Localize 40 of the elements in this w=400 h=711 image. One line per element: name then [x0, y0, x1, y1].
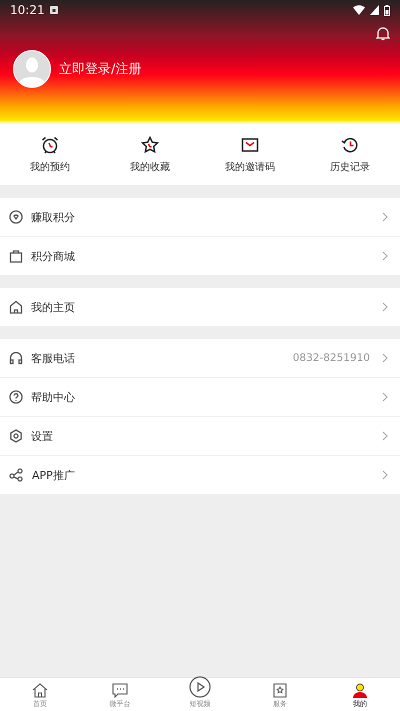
notification-bell-icon[interactable] [376, 26, 390, 41]
chevron-right-icon [382, 431, 388, 441]
shortcut-label[interactable]: 我的邀请码 [225, 160, 275, 174]
menu-item-label[interactable]: APP推广 [32, 468, 374, 482]
user-icon [352, 683, 368, 698]
shortcut-label[interactable]: 我的预约 [30, 160, 70, 174]
house-icon [9, 300, 23, 314]
envelope-icon [241, 136, 259, 154]
chevron-right-icon [382, 353, 388, 363]
share-icon [9, 468, 24, 482]
chevron-right-icon [382, 251, 388, 261]
login-register-link[interactable]: 立即登录/注册 [59, 60, 142, 78]
settings-icon [9, 429, 23, 443]
chevron-right-icon [382, 212, 388, 222]
menu-item-label[interactable]: 帮助中心 [31, 390, 374, 404]
alarm-clock-icon [41, 136, 59, 154]
menu-item-label[interactable]: 设置 [31, 428, 374, 444]
menu-item-label[interactable]: 积分商城 [31, 248, 374, 264]
badge-icon [273, 683, 287, 698]
menu-item-label[interactable]: 赚取积分 [31, 210, 374, 224]
chevron-right-icon [382, 392, 388, 402]
shopping-bag-icon [9, 249, 23, 263]
menu-item-label[interactable]: 客服电话 [31, 350, 285, 366]
shortcut-label[interactable]: 我的收藏 [130, 160, 170, 174]
headset-icon [9, 351, 23, 365]
sim-card-icon [50, 6, 58, 14]
phone-number: 0832-8251910 [292, 352, 370, 364]
history-icon [341, 136, 359, 154]
help-icon [9, 390, 23, 404]
status-time: 10:21 [10, 3, 45, 17]
house-icon [32, 683, 48, 698]
wifi-icon [353, 5, 365, 15]
battery-icon [384, 4, 390, 16]
star-icon [141, 136, 159, 154]
signal-icon [370, 5, 379, 15]
avatar-icon[interactable] [13, 50, 51, 88]
chevron-right-icon [382, 470, 388, 480]
chevron-right-icon [382, 302, 388, 312]
shortcut-label[interactable]: 历史记录 [330, 160, 370, 174]
chat-bubble-icon [112, 683, 128, 698]
